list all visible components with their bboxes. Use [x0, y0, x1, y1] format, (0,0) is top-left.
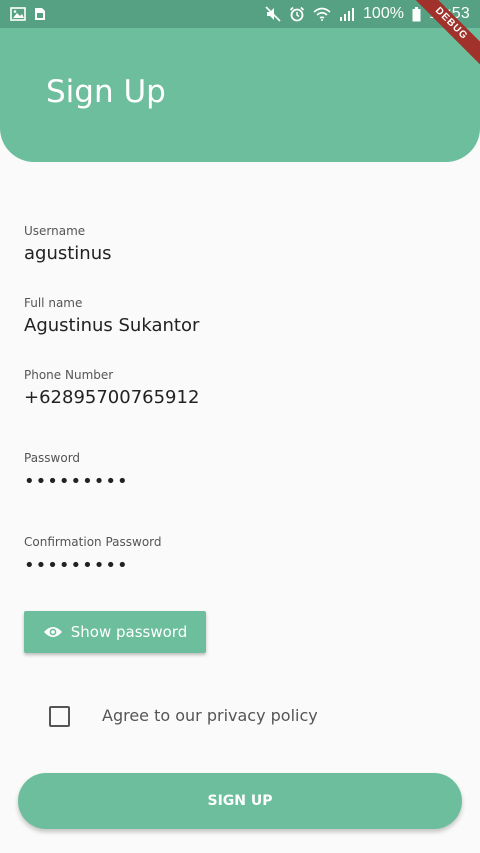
eye-icon: [43, 625, 63, 639]
password-label: Password: [24, 451, 81, 465]
privacy-checkbox[interactable]: [49, 706, 70, 727]
phone-label: Phone Number: [24, 368, 114, 382]
full-name-input[interactable]: Agustinus Sukantor: [24, 315, 456, 336]
sim-icon: [34, 7, 46, 21]
alarm-icon: [289, 6, 305, 22]
full-name-label: Full name: [24, 296, 83, 310]
password-input[interactable]: •••••••••: [24, 471, 456, 492]
sign-up-label: SIGN UP: [207, 793, 273, 809]
show-password-label: Show password: [70, 623, 188, 641]
phone-input[interactable]: +62895700765912: [24, 387, 456, 408]
battery-percent: 100%: [363, 5, 404, 22]
page-title: Sign Up: [46, 74, 166, 110]
image-icon: [10, 7, 26, 21]
privacy-label[interactable]: Agree to our privacy policy: [102, 706, 318, 725]
confirm-password-label: Confirmation Password: [24, 535, 162, 549]
app-header: Sign Up: [0, 28, 480, 162]
status-bar-left: [10, 7, 46, 21]
status-bar: 100% 15:53: [0, 0, 480, 28]
status-time: 15:53: [428, 5, 470, 22]
signal-icon: [339, 7, 355, 21]
show-password-button[interactable]: Show password: [24, 611, 206, 653]
confirm-password-field[interactable]: Confirmation Password •••••••••: [24, 535, 456, 576]
phone-field[interactable]: Phone Number +62895700765912: [24, 368, 456, 408]
full-name-field[interactable]: Full name Agustinus Sukantor: [24, 296, 456, 336]
username-input[interactable]: agustinus: [24, 243, 456, 264]
wifi-icon: [313, 7, 331, 21]
username-field[interactable]: Username agustinus: [24, 224, 456, 264]
mute-icon: [265, 6, 281, 22]
confirm-password-input[interactable]: •••••••••: [24, 555, 456, 576]
battery-icon: [412, 6, 421, 22]
status-bar-right: 100% 15:53: [265, 5, 470, 23]
sign-up-button[interactable]: SIGN UP: [18, 773, 462, 829]
username-label: Username: [24, 224, 86, 238]
password-field[interactable]: Password •••••••••: [24, 451, 456, 492]
